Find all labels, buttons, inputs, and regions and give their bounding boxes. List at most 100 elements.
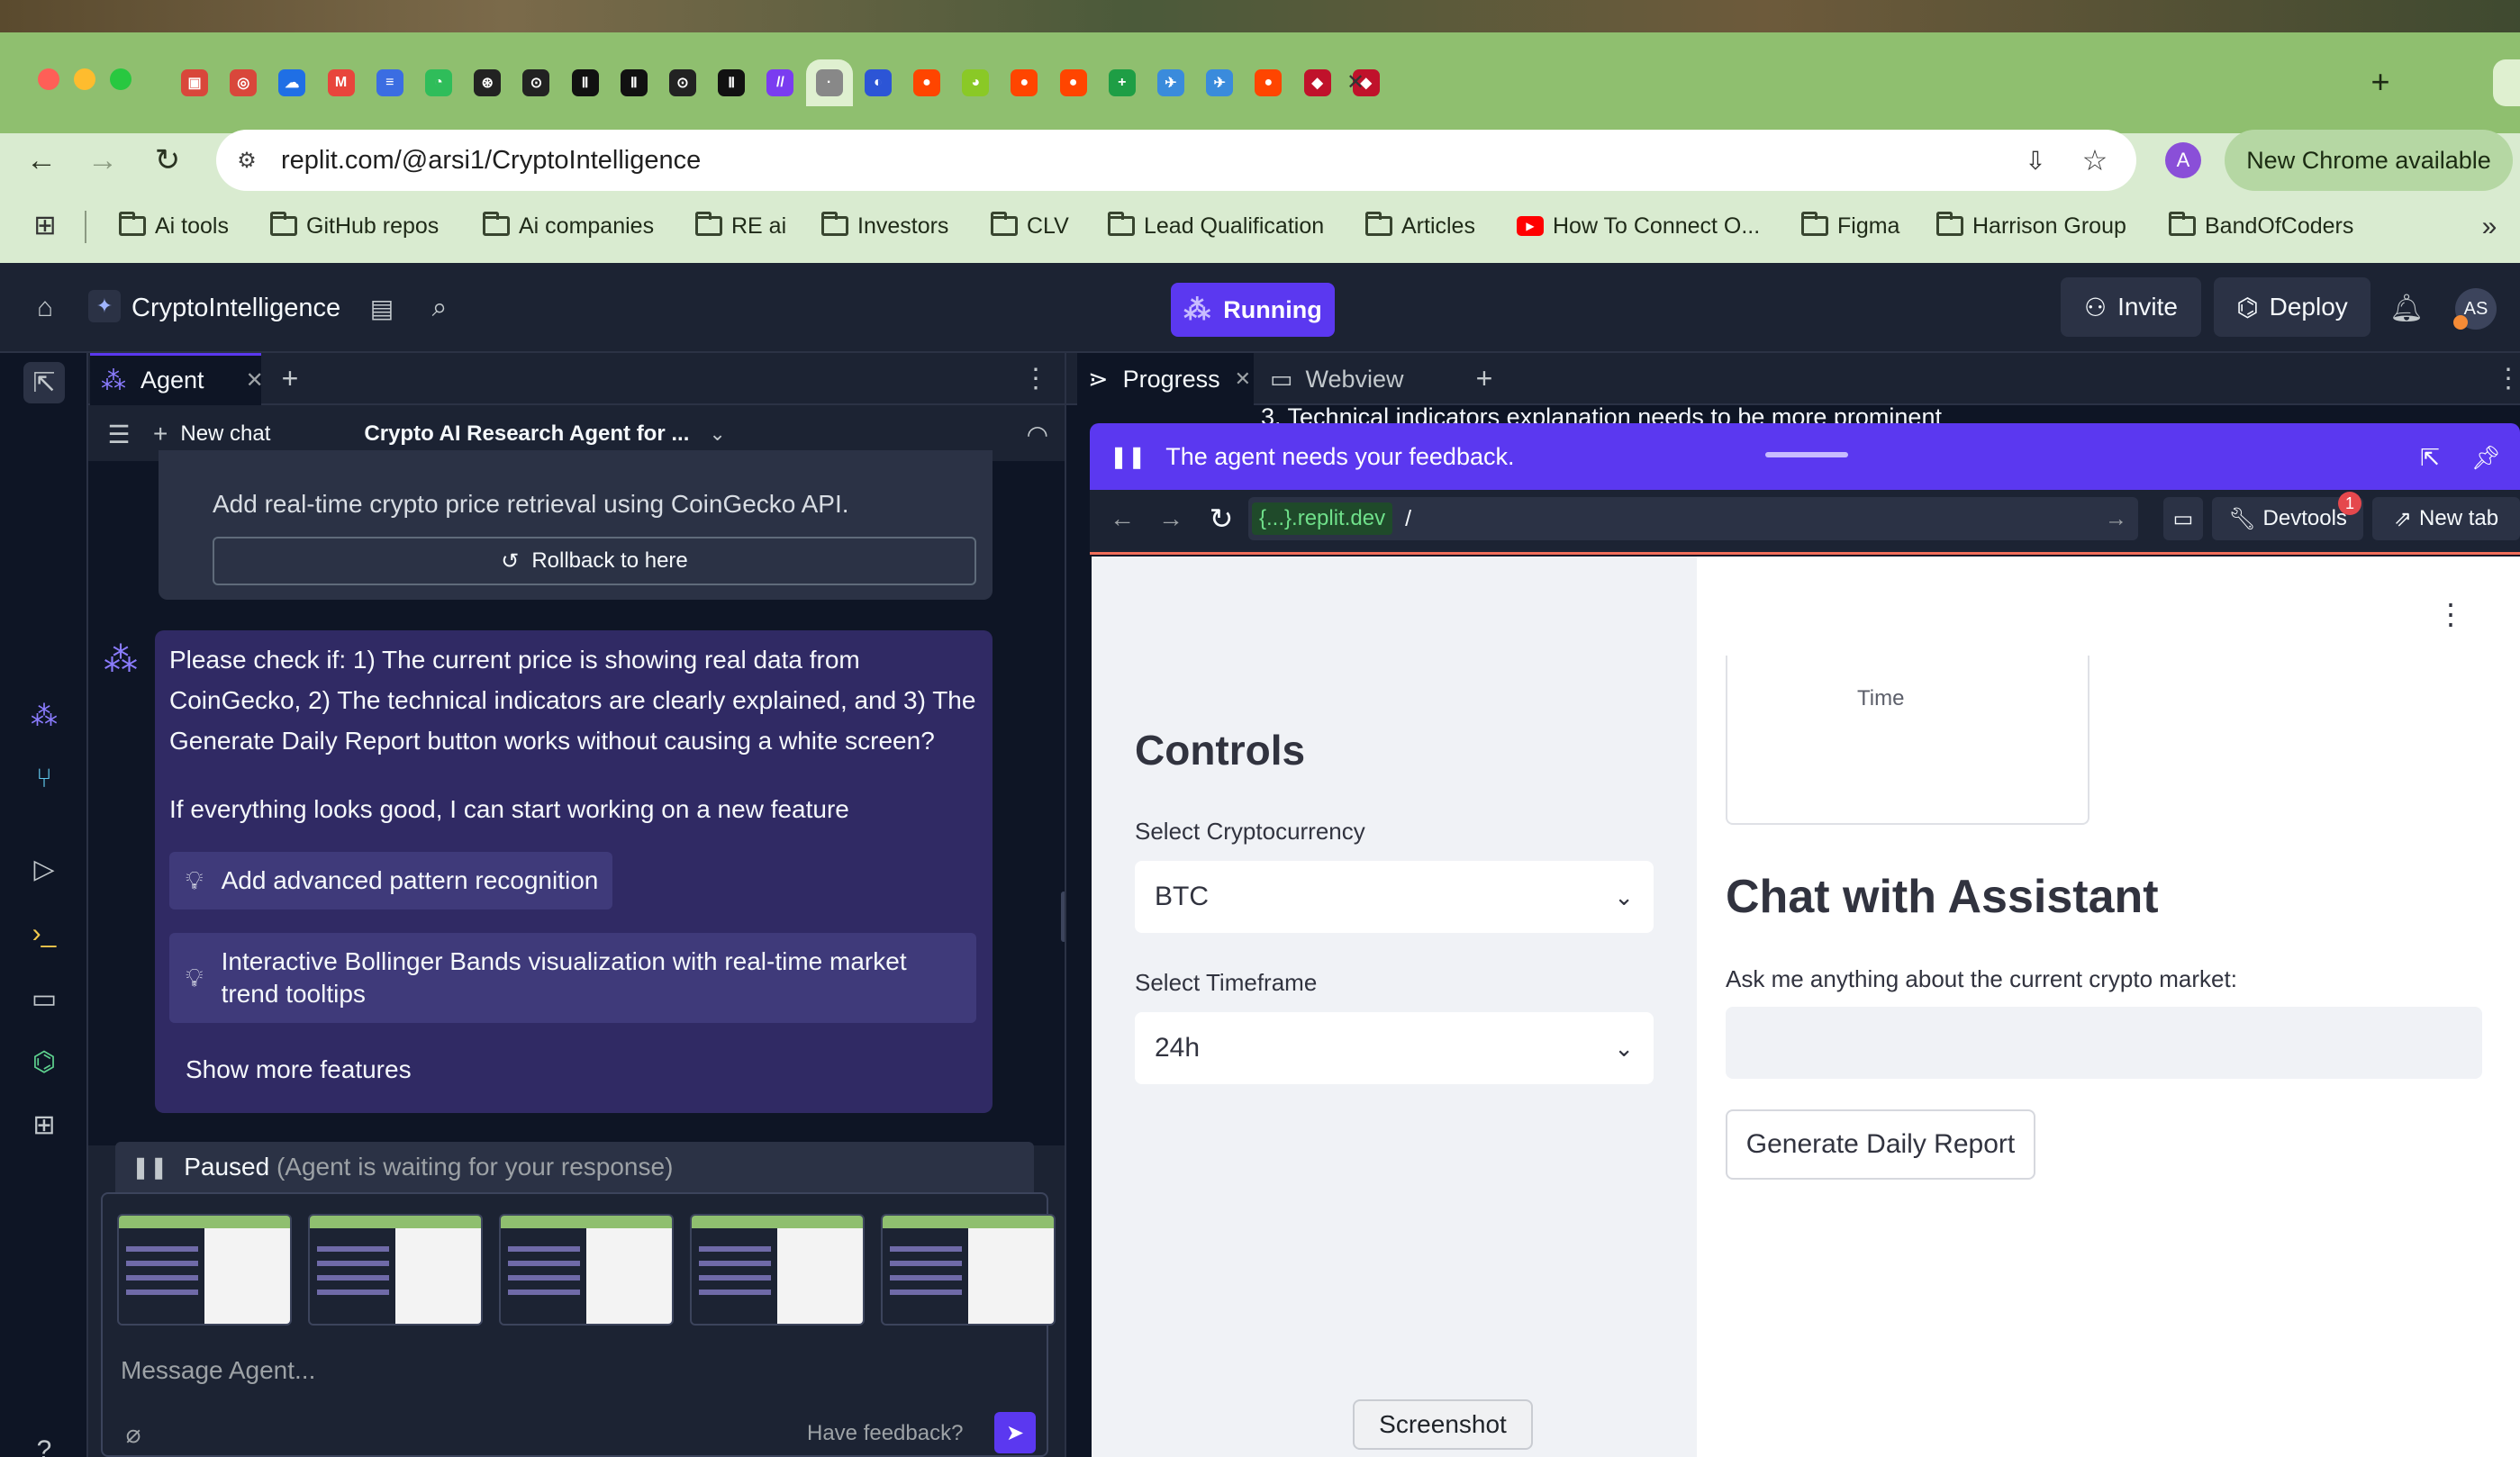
browser-tab[interactable]: Ⅱ <box>611 59 657 106</box>
browser-tab[interactable]: ⊙ <box>659 59 706 106</box>
close-window-button[interactable] <box>38 68 59 90</box>
toggle-sidebar-icon[interactable]: ⇱ <box>23 362 65 403</box>
browser-tab[interactable]: ● <box>1245 59 1292 106</box>
pin-icon[interactable]: 📌︎ <box>2468 439 2504 475</box>
tab-search-button[interactable] <box>2493 59 2520 106</box>
apps-grid-icon[interactable]: ⊞ <box>29 209 61 241</box>
bookmark-item[interactable]: CLV <box>991 207 1069 245</box>
tab-progress[interactable]: ⋗ Progress ✕ <box>1077 353 1254 405</box>
message-input[interactable]: Message Agent... <box>121 1356 931 1392</box>
screenshot-thumbnail[interactable] <box>881 1214 1056 1326</box>
install-app-icon[interactable]: ⇩ <box>2017 142 2053 178</box>
bookmark-item[interactable]: RE ai <box>695 207 786 245</box>
browser-tab[interactable]: ≡ <box>367 59 413 106</box>
bookmark-star-icon[interactable]: ☆ <box>2077 142 2113 178</box>
chat-input[interactable] <box>1726 1007 2482 1079</box>
help-icon[interactable]: ? <box>23 1430 65 1457</box>
browser-tab[interactable]: ◐ <box>855 59 902 106</box>
app-menu-icon[interactable]: ⋮ <box>2436 594 2465 634</box>
back-icon[interactable]: ← <box>22 140 61 180</box>
new-tab-button[interactable]: + <box>2358 59 2403 104</box>
new-chat-icon[interactable]: + <box>153 420 168 448</box>
home-icon[interactable]: ⌂ <box>25 288 65 328</box>
shell-tool-icon[interactable]: ›_ <box>23 913 65 955</box>
all-tools-icon[interactable]: ⊞ <box>23 1104 65 1145</box>
pane-menu-icon[interactable]: ⋮ <box>2495 360 2520 396</box>
update-chrome-button[interactable]: New Chrome available <box>2225 130 2513 191</box>
site-info-icon[interactable]: ⚙ <box>231 144 263 176</box>
suggestion-bollinger-bands[interactable]: 💡︎ Interactive Bollinger Bands visualiza… <box>169 933 976 1023</box>
tab-agent[interactable]: ⁂ Agent ✕ <box>90 353 264 405</box>
browser-tab[interactable]: · <box>805 59 853 106</box>
deploy-button[interactable]: ⌬ Deploy <box>2214 277 2370 337</box>
bookmark-item[interactable]: Harrison Group <box>1936 207 2126 245</box>
close-tab-icon[interactable]: ✕ <box>1342 68 1369 95</box>
open-new-tab-button[interactable]: ⇗ New tab <box>2372 497 2520 540</box>
browser-tab[interactable]: M <box>318 59 365 106</box>
reload-icon[interactable]: ↻ <box>148 140 187 180</box>
files-icon[interactable]: ▤ <box>364 290 400 326</box>
git-tool-icon[interactable]: ⑂ <box>23 758 65 800</box>
agent-tool-icon[interactable]: ⁂ <box>23 695 65 737</box>
screenshot-thumbnail[interactable] <box>117 1214 292 1326</box>
device-toggle-icon[interactable]: ▭ <box>2163 497 2203 540</box>
browser-tab[interactable]: // <box>757 59 803 106</box>
browser-tab[interactable]: ✈ <box>1196 59 1243 106</box>
browser-tab[interactable]: ● <box>1001 59 1047 106</box>
add-tab-icon[interactable]: + <box>272 360 308 396</box>
attach-icon[interactable]: ⌀ <box>117 1417 150 1450</box>
screenshot-thumbnail[interactable] <box>308 1214 483 1326</box>
bookmark-item[interactable]: Figma <box>1801 207 1899 245</box>
timeframe-select[interactable]: 24h ⌄ <box>1135 1012 1654 1084</box>
feedback-link[interactable]: Have feedback? <box>807 1421 963 1446</box>
bookmark-item[interactable]: BandOfCoders <box>2169 207 2353 245</box>
screenshot-thumbnail[interactable] <box>499 1214 674 1326</box>
tab-webview[interactable]: ▭ Webview <box>1270 353 1455 405</box>
minimize-window-button[interactable] <box>74 68 95 90</box>
invite-button[interactable]: ⚇ Invite <box>2061 277 2201 337</box>
browser-tab[interactable]: ⊙ <box>512 59 559 106</box>
search-icon[interactable]: ⌕ <box>422 290 458 326</box>
browser-tab[interactable]: Ⅱ <box>562 59 609 106</box>
bookmark-item[interactable]: Articles <box>1365 207 1475 245</box>
deployments-tool-icon[interactable]: ⌬ <box>23 1041 65 1082</box>
webview-tool-icon[interactable]: ▭ <box>23 978 65 1019</box>
webview-forward-icon[interactable]: → <box>1153 501 1189 537</box>
address-bar[interactable]: replit.com/@arsi1/CryptoIntelligence <box>216 130 2136 191</box>
generate-report-button[interactable]: Generate Daily Report <box>1726 1109 2035 1180</box>
new-chat-label[interactable]: New chat <box>180 421 270 447</box>
profile-avatar[interactable]: A <box>2165 142 2201 178</box>
close-tab-icon[interactable]: ✕ <box>1235 367 1251 391</box>
bookmark-item[interactable]: GitHub repos <box>270 207 439 245</box>
crypto-select[interactable]: BTC ⌄ <box>1135 861 1654 933</box>
drag-handle[interactable] <box>1765 452 1848 457</box>
show-more-features-link[interactable]: Show more features <box>186 1055 412 1084</box>
forward-icon[interactable]: → <box>83 140 122 180</box>
bookmark-item[interactable]: Investors <box>821 207 948 245</box>
browser-tab[interactable]: ✈ <box>1147 59 1194 106</box>
screenshot-thumbnail[interactable] <box>690 1214 865 1326</box>
browser-tab[interactable]: ▣ <box>171 59 218 106</box>
pane-menu-icon[interactable]: ⋮ <box>1018 360 1054 396</box>
browser-tab[interactable]: Ⅱ <box>708 59 755 106</box>
go-arrow-icon[interactable]: → <box>2105 506 2127 532</box>
bookmark-item[interactable]: Ai tools <box>119 207 229 245</box>
project-name[interactable]: CryptoIntelligence <box>131 294 340 323</box>
bookmark-item[interactable]: Lead Qualification <box>1108 207 1324 245</box>
browser-tab[interactable]: ◕ <box>952 59 999 106</box>
rollback-button[interactable]: ↺ Rollback to here <box>213 537 976 585</box>
chevron-down-icon[interactable]: ⌄ <box>709 422 725 446</box>
add-tab-icon[interactable]: + <box>1466 360 1502 396</box>
maximize-window-button[interactable] <box>110 68 131 90</box>
browser-tab[interactable]: ◔ <box>415 59 462 106</box>
send-button[interactable]: ➤ <box>994 1412 1036 1453</box>
usage-gauge-icon[interactable]: ◠ <box>1027 420 1048 449</box>
browser-tab[interactable]: ◎ <box>220 59 267 106</box>
webview-back-icon[interactable]: ← <box>1104 501 1140 537</box>
chat-title[interactable]: Crypto AI Research Agent for ... <box>364 421 689 447</box>
browser-tab[interactable]: ● <box>903 59 950 106</box>
browser-tab[interactable]: + <box>1099 59 1146 106</box>
bookmark-item[interactable]: ▶ How To Connect O... <box>1517 207 1760 245</box>
suggestion-pattern-recognition[interactable]: 💡︎ Add advanced pattern recognition <box>169 852 612 909</box>
browser-tab[interactable]: ☁ <box>268 59 315 106</box>
